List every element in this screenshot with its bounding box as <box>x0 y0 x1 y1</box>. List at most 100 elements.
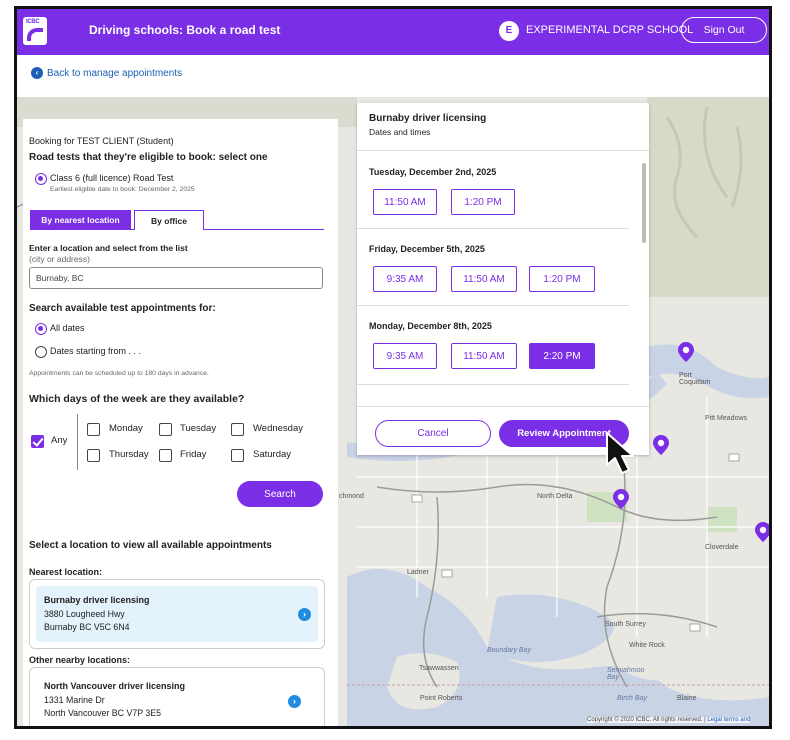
thursday-checkbox[interactable] <box>87 449 100 462</box>
back-to-manage-link[interactable]: ‹ Back to manage appointments <box>31 67 182 79</box>
map-label-richmond: chmond <box>339 493 364 500</box>
day-heading: Friday, December 5th, 2025 <box>369 244 485 254</box>
mouse-cursor-icon <box>606 432 634 474</box>
all-dates-radio[interactable] <box>35 323 47 335</box>
monday-checkbox[interactable] <box>87 423 100 436</box>
nearest-location-card[interactable]: Burnaby driver licensing 3880 Lougheed H… <box>29 579 325 649</box>
popup-subtitle: Dates and times <box>369 127 431 137</box>
days-heading: Which days of the week are they availabl… <box>29 393 245 405</box>
saturday-checkbox[interactable] <box>231 449 244 462</box>
saturday-label: Saturday <box>253 449 292 460</box>
top-navigation-bar: ICBC Driving schools: Book a road test E… <box>17 9 769 55</box>
icbc-logo[interactable]: ICBC <box>23 17 47 45</box>
any-day-checkbox[interactable] <box>31 435 44 448</box>
cancel-button[interactable]: Cancel <box>375 420 491 447</box>
map-pin-icon[interactable] <box>613 489 629 509</box>
location-address-line1: 1331 Marine Dr <box>44 695 105 705</box>
map-pin-icon[interactable] <box>653 435 669 455</box>
tuesday-checkbox[interactable] <box>159 423 172 436</box>
map-copyright: Copyright © 2020 ICBC. All rights reserv… <box>587 717 751 723</box>
time-slot-button[interactable]: 9:35 AM <box>373 343 437 369</box>
map-label-birch-bay: Birch Bay <box>617 695 647 702</box>
nearest-location-label: Nearest location: <box>29 567 103 577</box>
time-slot-button[interactable]: 11:50 AM <box>373 189 437 215</box>
any-day-label: Any <box>51 435 68 446</box>
day-divider <box>357 305 629 306</box>
location-address-line2: Burnaby BC V5C 6N4 <box>44 622 130 632</box>
dates-from-label: Dates starting from . . . <box>50 346 142 356</box>
map-label-pitt-meadows: Pitt Meadows <box>705 415 748 422</box>
location-name: Burnaby driver licensing <box>44 595 150 605</box>
eligible-tests-heading: Road tests that they're eligible to book… <box>29 152 268 163</box>
scrollbar[interactable] <box>642 163 646 243</box>
time-slot-button[interactable]: 9:35 AM <box>373 266 437 292</box>
day-heading: Tuesday, December 2nd, 2025 <box>369 167 497 177</box>
earliest-date-text: Earliest eligible date to book: December… <box>50 186 195 193</box>
school-name: EXPERIMENTAL DCRP SCHOOL <box>526 24 694 36</box>
friday-label: Friday <box>180 449 207 460</box>
time-slot-button[interactable]: 11:50 AM <box>451 343 517 369</box>
location-address-line2: North Vancouver BC V7P 3E5 <box>44 708 162 718</box>
map-label-boundary-bay: Boundary Bay <box>487 647 531 654</box>
map-label-ladner: Ladner <box>407 569 429 576</box>
advance-note: Appointments can be scheduled up to 180 … <box>29 370 209 377</box>
friday-checkbox[interactable] <box>159 449 172 462</box>
legal-terms-link[interactable]: Legal terms and <box>707 717 750 723</box>
search-button[interactable]: Search <box>237 481 323 507</box>
location-address-line1: 3880 Lougheed Hwy <box>44 609 125 619</box>
day-divider <box>357 228 629 229</box>
copyright-text: Copyright © 2020 ICBC. All rights reserv… <box>587 717 703 723</box>
day-divider <box>357 384 629 385</box>
all-dates-label: All dates <box>50 323 85 333</box>
time-slot-button[interactable]: 1:20 PM <box>529 266 595 292</box>
map-pin-icon[interactable] <box>678 342 694 362</box>
test-type-radio[interactable] <box>35 173 47 185</box>
select-location-heading: Select a location to view all available … <box>29 540 272 551</box>
tab-by-office[interactable]: By office <box>134 210 204 230</box>
dates-from-radio[interactable] <box>35 346 47 358</box>
time-slot-button[interactable]: 11:50 AM <box>451 266 517 292</box>
app-window: ICBC Driving schools: Book a road test E… <box>14 6 772 729</box>
back-link-label: Back to manage appointments <box>47 67 183 79</box>
location-hint: (city or address) <box>29 254 90 264</box>
sign-out-button[interactable]: Sign Out <box>681 17 767 43</box>
map-pin-icon[interactable] <box>755 522 769 542</box>
search-mode-tabs: By nearest location By office <box>30 210 324 230</box>
booking-for-text: Booking for TEST CLIENT (Student) <box>29 136 174 146</box>
dates-scroll-area[interactable]: Tuesday, December 2nd, 2025 11:50 AM 1:2… <box>357 150 649 403</box>
monday-label: Monday <box>109 423 143 434</box>
map-label-white-rock: White Rock <box>629 642 665 649</box>
chevron-right-icon[interactable]: › <box>298 608 311 621</box>
wednesday-checkbox[interactable] <box>231 423 244 436</box>
test-type-label: Class 6 (full licence) Road Test <box>50 173 174 183</box>
other-locations-label: Other nearby locations: <box>29 655 131 665</box>
map-label-north-delta: North Delta <box>537 493 573 500</box>
time-slot-button[interactable]: 1:20 PM <box>451 189 515 215</box>
booking-panel: Booking for TEST CLIENT (Student) Road t… <box>23 119 338 726</box>
logo-text: ICBC <box>26 19 40 25</box>
map-label-port-coquitlam: Port Coquitlam <box>679 372 711 386</box>
avatar: E <box>499 21 519 41</box>
location-label: Enter a location and select from the lis… <box>29 243 188 253</box>
tuesday-label: Tuesday <box>180 423 217 434</box>
dates-times-popup: Burnaby driver licensing Dates and times… <box>357 103 649 455</box>
other-location-card[interactable]: North Vancouver driver licensing 1331 Ma… <box>29 667 325 726</box>
wednesday-label: Wednesday <box>253 423 303 434</box>
map-label-semiahmoo-bay: Semiahmoo Bay <box>607 667 645 681</box>
map-label-point-roberts: Point Roberts <box>420 695 463 702</box>
page-title: Driving schools: Book a road test <box>89 23 281 37</box>
location-input[interactable] <box>29 267 323 289</box>
tab-by-nearest-location[interactable]: By nearest location <box>30 210 131 230</box>
map-label-blaine: Blaine <box>677 695 697 702</box>
day-heading: Monday, December 8th, 2025 <box>369 321 492 331</box>
map-label-cloverdale: Cloverdale <box>705 544 739 551</box>
search-dates-heading: Search available test appointments for: <box>29 303 216 314</box>
logo-mark-icon <box>27 28 43 41</box>
time-slot-button-selected[interactable]: 2:20 PM <box>529 343 595 369</box>
thursday-label: Thursday <box>109 449 149 460</box>
chevron-left-icon: ‹ <box>31 67 43 79</box>
days-divider <box>77 414 78 470</box>
chevron-right-icon[interactable]: › <box>288 695 301 708</box>
popup-title: Burnaby driver licensing <box>369 113 487 124</box>
location-name: North Vancouver driver licensing <box>44 681 186 691</box>
